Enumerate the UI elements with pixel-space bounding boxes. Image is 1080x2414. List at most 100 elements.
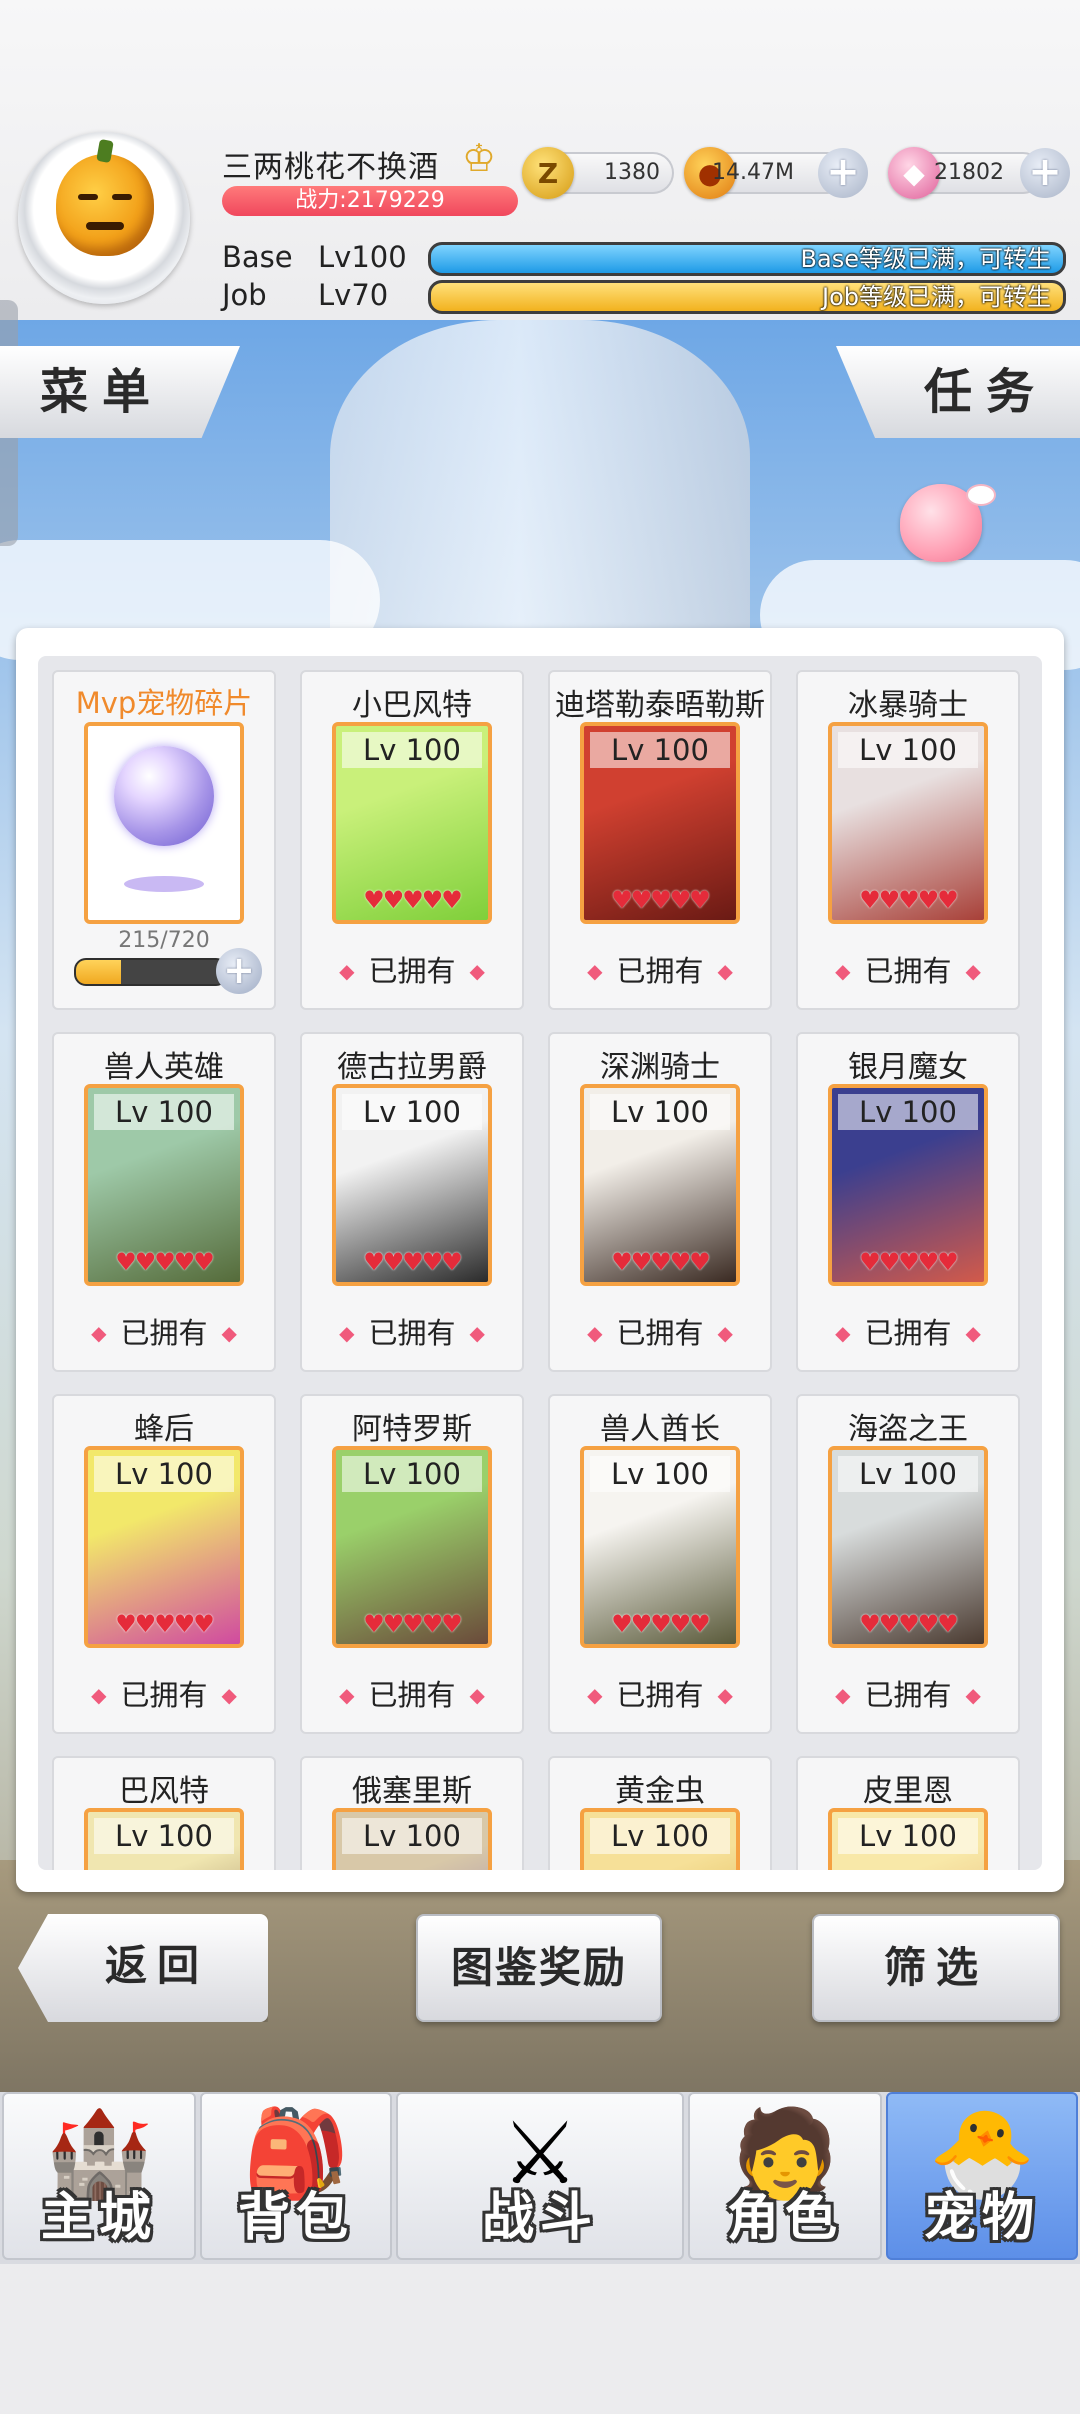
pet-name: 深渊骑士 (600, 1050, 720, 1085)
pet-name: 迪塔勒泰晤勒斯 (555, 688, 765, 723)
pet-level: Lv 100 (838, 1456, 978, 1492)
pet-name: 海盗之王 (848, 1412, 968, 1447)
tower-backdrop (330, 320, 750, 660)
add-gold-button[interactable]: + (818, 148, 868, 198)
pet-level: Lv 100 (590, 1456, 730, 1492)
player-name: 三两桃花不换酒 (222, 150, 439, 185)
pet-owned-status: ◆ 已拥有 ◆ (798, 948, 1018, 990)
pet-card[interactable]: 小巴风特 Lv 100 ♥♥♥♥♥ ◆ 已拥有 ◆ (300, 670, 524, 1010)
pet-level: Lv 100 (94, 1094, 234, 1130)
pet-card[interactable]: 兽人英雄 Lv 100 ♥♥♥♥♥ ◆ 已拥有 ◆ (52, 1032, 276, 1372)
diamond-bullet-icon: ◆ (835, 1683, 851, 1707)
pet-card[interactable]: 冰暴骑士 Lv 100 ♥♥♥♥♥ ◆ 已拥有 ◆ (796, 670, 1020, 1010)
pet-status-label: 已拥有 (864, 954, 952, 988)
pet-owned-status: ◆ 已拥有 ◆ (550, 948, 770, 990)
diamond-bullet-icon: ◆ (91, 1321, 107, 1345)
pet-level: Lv 100 (590, 1818, 730, 1854)
base-status: Base等级已满，可转生 (800, 245, 1051, 273)
base-level: Lv100 (318, 240, 407, 274)
add-fragment-button[interactable]: + (216, 948, 262, 994)
nav-item[interactable]: 🏰 主城 (2, 2092, 196, 2260)
pet-card[interactable]: 银月魔女 Lv 100 ♥♥♥♥♥ ◆ 已拥有 ◆ (796, 1032, 1020, 1372)
pet-portrait: Lv 100 ♥♥♥♥♥ (580, 722, 740, 924)
diamond-bullet-icon: ◆ (339, 1683, 355, 1707)
mvp-fragment-progress (74, 958, 228, 986)
pet-name: 小巴风特 (352, 688, 472, 723)
pet-heart-rating: ♥♥♥♥♥ (611, 1248, 711, 1276)
pet-card[interactable]: 德古拉男爵 Lv 100 ♥♥♥♥♥ ◆ 已拥有 ◆ (300, 1032, 524, 1372)
filter-button[interactable]: 筛选 (812, 1914, 1060, 2022)
pet-level: Lv 100 (342, 1094, 482, 1130)
pet-name: 冰暴骑士 (848, 688, 968, 723)
pet-card[interactable]: 迪塔勒泰晤勒斯 Lv 100 ♥♥♥♥♥ ◆ 已拥有 ◆ (548, 670, 772, 1010)
task-button[interactable]: 任务 (836, 346, 1080, 438)
pet-owned-status: ◆ 已拥有 ◆ (302, 1672, 522, 1714)
diamond-bullet-icon: ◆ (717, 1321, 733, 1345)
nav-label: 主城 (40, 2188, 157, 2248)
pet-heart-rating: ♥♥♥♥♥ (859, 886, 959, 914)
pet-portrait: Lv 100 ♥♥♥♥♥ (332, 1084, 492, 1286)
pet-owned-status: ◆ 已拥有 ◆ (550, 1310, 770, 1352)
diamond-bullet-icon: ◆ (835, 959, 851, 983)
diamond-bullet-icon: ◆ (965, 959, 981, 983)
pet-level: Lv 100 (94, 1456, 234, 1492)
poring-mascot-icon[interactable] (900, 484, 994, 562)
nav-item[interactable]: 🧑 角色 (688, 2092, 882, 2260)
pet-card[interactable]: 兽人酋长 Lv 100 ♥♥♥♥♥ ◆ 已拥有 ◆ (548, 1394, 772, 1734)
pet-card[interactable]: 海盗之王 Lv 100 ♥♥♥♥♥ ◆ 已拥有 ◆ (796, 1394, 1020, 1734)
pet-level: Lv 100 (590, 732, 730, 768)
pet-name: 兽人酋长 (600, 1412, 720, 1447)
pet-portrait: Lv 100 ♥♥♥♥♥ (332, 1446, 492, 1648)
back-button[interactable]: 返回 (18, 1914, 268, 2022)
zeny-coin-icon: Z (522, 147, 574, 199)
pet-level: Lv 100 (838, 1818, 978, 1854)
pet-card[interactable]: 阿特罗斯 Lv 100 ♥♥♥♥♥ ◆ 已拥有 ◆ (300, 1394, 524, 1734)
pet-grid[interactable]: Mvp宠物碎片 215/720 + 小巴风特 Lv 100 ♥♥♥♥♥ ◆ 已拥有 ◆ 迪塔… (38, 656, 1042, 1870)
mvp-fragment-card[interactable]: Mvp宠物碎片 215/720 + (52, 670, 276, 1010)
nav-item[interactable]: ⚔ 战斗 (396, 2092, 684, 2260)
pet-card[interactable]: 俄塞里斯Lv 100♥♥♥♥♥ (300, 1756, 524, 1870)
nav-item[interactable]: 🐣 宠物 (886, 2092, 1078, 2260)
pet-name: 兽人英雄 (104, 1050, 224, 1085)
diamond-bullet-icon: ◆ (221, 1321, 237, 1345)
pet-card[interactable]: 巴风特Lv 100♥♥♥♥♥ (52, 1756, 276, 1870)
gem-value: 21802 (934, 160, 1004, 185)
pet-name: 银月魔女 (848, 1050, 968, 1085)
diamond-bullet-icon: ◆ (965, 1321, 981, 1345)
bottom-spacer (0, 2264, 1080, 2414)
player-avatar[interactable] (18, 132, 190, 304)
pet-portrait: Lv 100 ♥♥♥♥♥ (828, 1084, 988, 1286)
gold-counter: ● 14.47M + (684, 147, 868, 199)
pet-level: Lv 100 (342, 1456, 482, 1492)
pet-card[interactable]: 蜂后 Lv 100 ♥♥♥♥♥ ◆ 已拥有 ◆ (52, 1394, 276, 1734)
pet-level: Lv 100 (838, 1094, 978, 1130)
job-label: Job (222, 278, 267, 312)
pet-card[interactable]: 皮里恩Lv 100♥♥♥♥♥ (796, 1756, 1020, 1870)
menu-button[interactable]: 菜单 (0, 346, 240, 438)
pet-portrait: Lv 100 ♥♥♥♥♥ (580, 1084, 740, 1286)
diamond-bullet-icon: ◆ (469, 1683, 485, 1707)
base-exp-bar: Base等级已满，可转生 (428, 242, 1066, 276)
atlas-reward-button[interactable]: 图鉴奖励 (416, 1914, 662, 2022)
pet-level: Lv 100 (342, 732, 482, 768)
pet-status-label: 已拥有 (616, 954, 704, 988)
gold-value: 14.47M (712, 160, 794, 185)
diamond-bullet-icon: ◆ (469, 959, 485, 983)
pet-card[interactable]: 深渊骑士 Lv 100 ♥♥♥♥♥ ◆ 已拥有 ◆ (548, 1032, 772, 1372)
pet-card[interactable]: 黄金虫Lv 100♥♥♥♥♥ (548, 1756, 772, 1870)
pet-heart-rating: ♥♥♥♥♥ (115, 1610, 215, 1638)
nav-label: 宠物 (923, 2188, 1040, 2248)
pet-name: 阿特罗斯 (352, 1412, 472, 1447)
pet-portrait: Lv 100 ♥♥♥♥♥ (828, 1446, 988, 1648)
nav-item[interactable]: 🎒 背包 (200, 2092, 392, 2260)
pet-heart-rating: ♥♥♥♥♥ (859, 1610, 959, 1638)
rank-badge-icon: ♔ (462, 136, 497, 180)
diamond-bullet-icon: ◆ (221, 1683, 237, 1707)
job-level: Lv70 (318, 278, 389, 312)
mvp-fragment-progress-fill (76, 960, 121, 984)
pet-collection-panel: Mvp宠物碎片 215/720 + 小巴风特 Lv 100 ♥♥♥♥♥ ◆ 已拥有 ◆ 迪塔… (16, 628, 1064, 1892)
pet-name: 俄塞里斯 (352, 1774, 472, 1809)
pet-portrait: Lv 100 ♥♥♥♥♥ (84, 1446, 244, 1648)
pet-heart-rating: ♥♥♥♥♥ (363, 1248, 463, 1276)
add-gem-button[interactable]: + (1020, 148, 1070, 198)
